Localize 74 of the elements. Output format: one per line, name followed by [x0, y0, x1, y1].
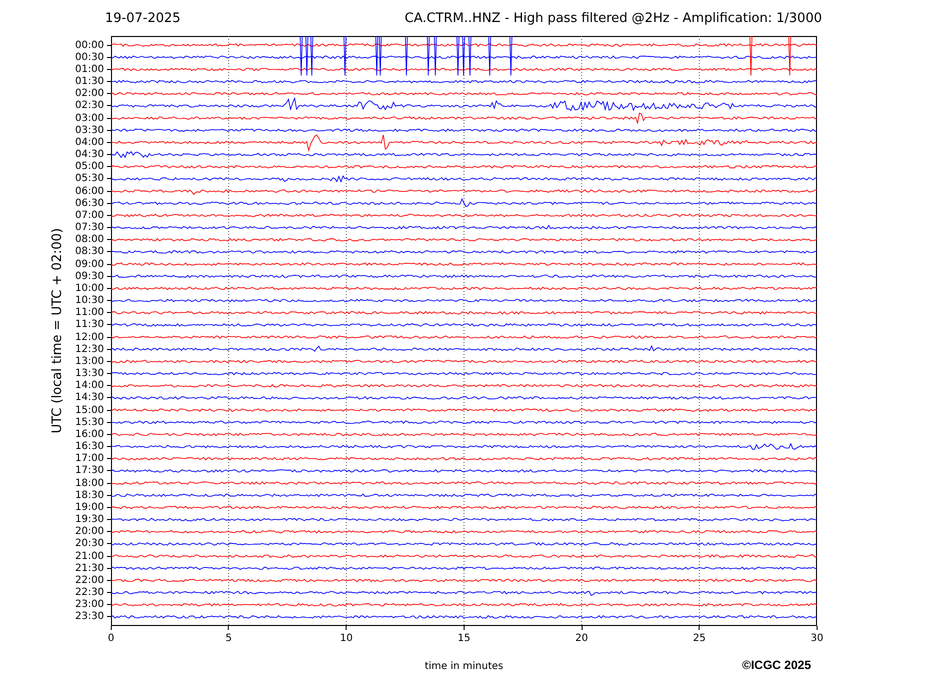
y-tick-label: 16:00 — [75, 428, 104, 440]
seismic-spike — [305, 36, 308, 76]
seismic-spike — [468, 36, 472, 76]
y-tick-label: 01:00 — [75, 64, 104, 75]
y-tick-label: 04:30 — [75, 149, 104, 160]
y-tick-label: 21:00 — [75, 550, 104, 562]
y-tick-label: 16:30 — [75, 441, 104, 452]
seismic-spike — [462, 36, 465, 76]
y-tick-label: 15:30 — [75, 416, 104, 428]
x-tick-label: 25 — [692, 633, 706, 644]
y-tick-label: 18:30 — [75, 490, 104, 501]
y-tick-label: 21:30 — [75, 562, 104, 574]
seismic-spike — [434, 36, 437, 76]
seismic-spike — [750, 36, 752, 76]
y-tick-label: 19:30 — [75, 514, 104, 526]
y-tick-label: 08:00 — [75, 234, 104, 246]
y-tick-label: 02:30 — [75, 100, 104, 112]
chart-date: 19-07-2025 — [105, 11, 181, 26]
x-tick-label: 20 — [575, 633, 588, 644]
y-tick-label: 18:00 — [75, 478, 104, 489]
y-tick-label: 09:30 — [75, 270, 104, 282]
y-tick-label: 20:00 — [75, 526, 104, 538]
y-tick-label: 23:00 — [75, 599, 104, 610]
y-tick-label: 19:00 — [75, 502, 104, 513]
seismic-spike — [510, 36, 512, 76]
x-tick-label: 0 — [108, 633, 114, 644]
chart-title: CA.CTRM..HNZ - High pass filtered @2Hz - Amplification: 1/3000 — [404, 11, 822, 26]
y-tick-label: 13:30 — [75, 368, 104, 380]
y-tick-label: 05:30 — [75, 173, 104, 184]
seismic-spike — [488, 36, 492, 76]
y-tick-label: 14:30 — [75, 392, 104, 404]
y-tick-label: 15:00 — [75, 404, 104, 416]
y-tick-label: 17:30 — [75, 465, 104, 476]
y-tick-label: 06:00 — [75, 186, 104, 197]
y-tick-label: 20:30 — [75, 538, 104, 550]
y-axis-label: UTC (local time = UTC + 02:00) — [50, 228, 64, 434]
y-tick-label: 06:30 — [75, 198, 104, 209]
x-axis-label: time in minutes — [424, 661, 504, 672]
y-tick-label: 08:30 — [75, 246, 104, 258]
seismic-spike — [788, 36, 792, 76]
x-tick-label: 30 — [810, 633, 824, 644]
y-tick-label: 22:30 — [75, 587, 104, 598]
y-tick-label: 10:00 — [75, 282, 104, 294]
y-tick-label: 22:00 — [75, 574, 104, 586]
seismic-spike — [344, 36, 346, 76]
copyright-text: ©ICGC 2025 — [742, 658, 811, 672]
x-tick-label: 10 — [340, 633, 353, 644]
y-tick-label: 02:00 — [75, 88, 104, 100]
y-tick-label: 11:30 — [75, 319, 104, 330]
y-tick-label: 00:30 — [75, 52, 104, 63]
y-tick-label: 07:00 — [75, 210, 104, 221]
y-tick-label: 03:00 — [75, 112, 104, 124]
y-tick-label: 13:00 — [75, 356, 104, 367]
y-tick-label: 12:30 — [75, 344, 104, 355]
seismic-spike — [426, 36, 430, 76]
y-tick-label: 00:00 — [75, 40, 104, 51]
seismic-spike — [405, 36, 408, 76]
y-tick-label: 03:30 — [75, 124, 104, 136]
y-tick-label: 05:00 — [75, 161, 104, 172]
x-tick-label: 5 — [225, 633, 232, 644]
seismic-spike — [300, 36, 303, 76]
y-tick-label: 07:30 — [75, 222, 104, 234]
y-tick-label: 04:00 — [75, 136, 104, 148]
y-tick-label: 23:30 — [75, 611, 104, 622]
y-tick-label: 12:00 — [75, 332, 104, 343]
y-tick-label: 09:00 — [75, 258, 104, 270]
y-tick-label: 11:00 — [75, 307, 104, 318]
x-tick-label: 15 — [458, 633, 470, 644]
y-tick-label: 14:00 — [75, 380, 104, 392]
seismic-spike — [310, 36, 314, 76]
y-tick-label: 01:30 — [75, 76, 104, 88]
seismic-spike — [456, 36, 460, 76]
y-tick-label: 17:00 — [75, 453, 104, 464]
y-tick-label: 10:30 — [75, 295, 104, 306]
